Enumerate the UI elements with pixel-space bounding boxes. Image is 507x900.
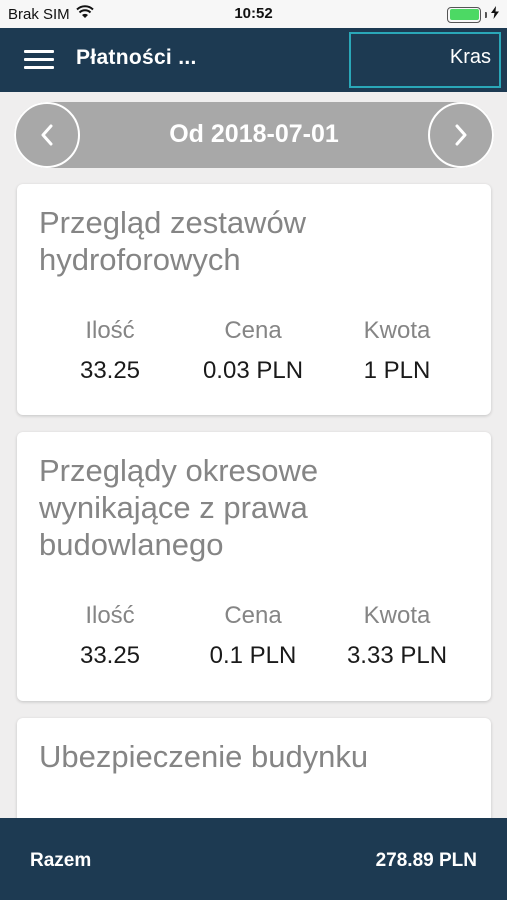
qty-value: 33.25 xyxy=(79,357,141,384)
nav-bar: Płatności ... Kras xyxy=(0,28,507,92)
payment-card[interactable]: Przegląd zestawów hydroforowych Ilość 33… xyxy=(17,184,491,415)
price-label: Cena xyxy=(224,317,282,344)
qty-label: Ilość xyxy=(85,602,135,629)
price-column: Cena 0.1 PLN xyxy=(183,602,323,670)
payment-card[interactable]: Przeglądy okresowe wynikające z prawa bu… xyxy=(17,432,491,701)
total-label: Razem xyxy=(30,850,92,871)
total-value: 278.89 PLN xyxy=(375,850,477,871)
amount-label: Kwota xyxy=(363,602,431,629)
chevron-left-icon xyxy=(41,124,53,146)
qty-column: Ilość 33.25 xyxy=(40,602,180,670)
amount-value: 3.33 PLN xyxy=(346,642,448,669)
hamburger-menu-icon[interactable] xyxy=(24,50,54,70)
status-bar: Brak SIM 10:52 xyxy=(0,0,507,28)
payment-title: Ubezpieczenie budynku xyxy=(39,739,369,774)
page-title: Płatności ... xyxy=(76,46,197,69)
qty-column: Ilość 33.25 xyxy=(40,317,180,385)
amount-label: Kwota xyxy=(363,317,431,344)
location-field[interactable]: Kras xyxy=(349,32,501,88)
status-time: 10:52 xyxy=(234,5,273,22)
chevron-right-icon xyxy=(455,124,467,146)
payment-title: Przegląd zestawów hydroforowych xyxy=(39,205,307,277)
total-footer: Razem 278.89 PLN xyxy=(0,818,507,900)
price-column: Cena 0.03 PLN xyxy=(183,317,323,385)
charging-bolt-icon xyxy=(491,6,499,23)
battery-icon xyxy=(447,6,481,23)
amount-value: 1 PLN xyxy=(363,357,431,384)
price-value: 0.03 PLN xyxy=(202,357,304,384)
date-navigator: Od 2018-07-01 xyxy=(14,102,494,168)
price-label: Cena xyxy=(224,602,282,629)
qty-label: Ilość xyxy=(85,317,135,344)
payment-title: Przeglądy okresowe wynikające z prawa bu… xyxy=(39,453,319,562)
qty-value: 33.25 xyxy=(79,642,141,669)
price-value: 0.1 PLN xyxy=(209,642,297,669)
previous-period-button[interactable] xyxy=(14,102,80,168)
next-period-button[interactable] xyxy=(428,102,494,168)
amount-column: Kwota 3.33 PLN xyxy=(327,602,467,670)
amount-column: Kwota 1 PLN xyxy=(327,317,467,385)
date-label: Od 2018-07-01 xyxy=(169,120,339,148)
status-right xyxy=(447,6,499,23)
battery-cap xyxy=(485,11,487,18)
